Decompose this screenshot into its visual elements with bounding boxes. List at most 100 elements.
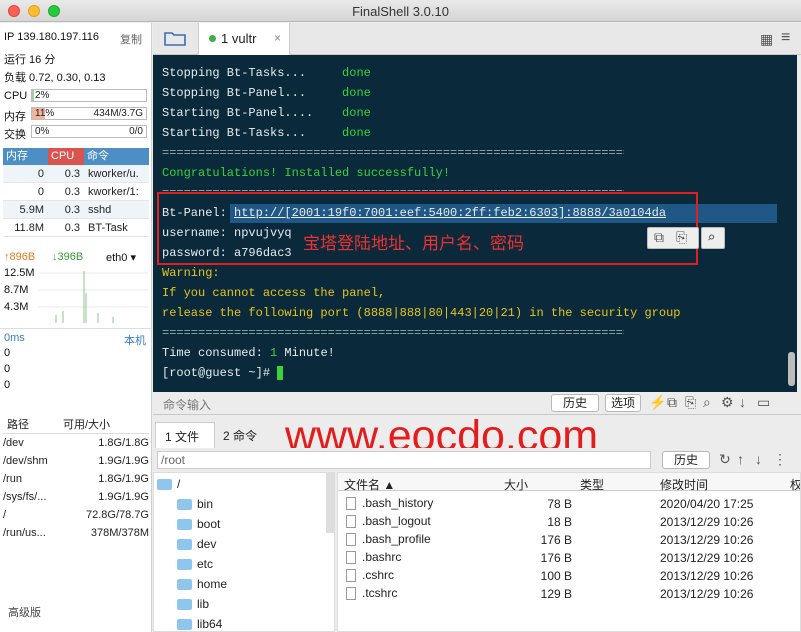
upload-icon[interactable]: ↑ <box>737 451 744 467</box>
name-column-header[interactable]: 文件名 ▲ <box>344 476 395 493</box>
path-bar: /root 历史 ↻ ↑ ↓ ⋮ <box>153 448 801 472</box>
copy-toolbar: ⧉ ⎘ <box>647 227 699 249</box>
annotation-text: 宝塔登陆地址、用户名、密码 <box>303 234 524 254</box>
latency-host: 本机 <box>124 335 146 347</box>
settings-icon[interactable]: ⚙ <box>721 394 734 410</box>
cpu-label: CPU <box>4 90 28 102</box>
file-row[interactable]: .bash_profile 176 B 2013/12/29 10:26 <box>338 530 800 548</box>
latency-value: 0 <box>4 363 11 375</box>
tree-item[interactable]: dev <box>177 537 216 551</box>
folder-icon[interactable] <box>163 29 187 47</box>
tab-files[interactable]: 1 文件 <box>155 422 215 448</box>
command-input[interactable]: 命令输入 <box>163 396 211 413</box>
options-button[interactable]: 选项 <box>605 394 641 412</box>
paste-icon[interactable]: ⎘ <box>676 231 687 247</box>
net-download: ↓396B <box>52 251 84 263</box>
time-column-header[interactable]: 修改时间 <box>660 476 708 493</box>
search-icon: ⌕ <box>707 231 716 247</box>
net-y-label: 8.7M <box>4 284 29 296</box>
advanced-edition-link[interactable]: 高级版 <box>8 604 41 620</box>
file-row[interactable]: .tcshrc 129 B 2013/12/29 10:26 <box>338 584 800 602</box>
cpu-gauge: 2% <box>31 89 147 102</box>
more-icon[interactable]: ⋮ <box>773 451 787 467</box>
file-row[interactable]: .bash_history 78 B 2020/04/20 17:25 <box>338 494 800 512</box>
process-row[interactable]: 11.8M 0.3 BT-Task <box>3 219 149 237</box>
folder-icon <box>177 599 192 611</box>
latency-label: 0ms <box>4 332 25 344</box>
process-table: 内存 CPU 命令 0 0.3 kworker/u. 0 0.3 kworker/1: … <box>3 148 149 237</box>
tree-item[interactable]: lib <box>177 597 209 611</box>
size-column-header[interactable]: 大小 <box>504 476 528 493</box>
tree-item[interactable]: boot <box>177 517 220 531</box>
copy-icon[interactable]: ⧉ <box>667 394 677 410</box>
tree-root[interactable]: / <box>157 477 180 491</box>
tab-vultr[interactable]: 1 vultr × <box>198 23 290 55</box>
fullscreen-icon[interactable]: ▭ <box>757 394 770 410</box>
layout-grid-icon[interactable]: ▦ <box>760 31 773 48</box>
disk-row[interactable]: /72.8G/78.7G <box>3 506 149 524</box>
net-y-label: 12.5M <box>4 267 35 279</box>
type-column-header[interactable]: 类型 <box>580 476 604 493</box>
copy-ip-button[interactable]: 复制 <box>120 31 142 47</box>
swap-label: 交换 <box>4 129 26 141</box>
disk-table: 路径 可用/大小 /dev 1.8G/1.8G /dev/shm 1.9G/1.9G … <box>3 416 149 542</box>
tab-commands[interactable]: 2 命令 <box>223 427 257 444</box>
refresh-icon[interactable]: ↻ <box>719 451 731 467</box>
disk-row[interactable]: /run/us... 378M/378M <box>3 524 149 542</box>
terminal[interactable]: Stopping Bt-Tasks... done Stopping Bt-Pa… <box>153 55 797 392</box>
file-list-header: 文件名 ▲ 大小 类型 修改时间 权 <box>338 473 800 493</box>
window-title: FinalShell 3.0.10 <box>352 4 449 19</box>
folder-icon <box>177 539 192 551</box>
perm-column-header[interactable]: 权 <box>790 476 800 493</box>
file-icon <box>346 551 356 565</box>
command-header[interactable]: 命令 <box>84 148 149 165</box>
file-row[interactable]: .bashrc 176 B 2013/12/29 10:26 <box>338 548 800 566</box>
mem-gauge: 11% 434M/3.7G <box>31 107 147 120</box>
search-icon[interactable]: ⌕ <box>703 394 711 410</box>
file-icon <box>346 497 356 511</box>
network-graph <box>38 271 148 323</box>
paste-icon[interactable]: ⎘ <box>685 394 696 410</box>
tree-item[interactable]: bin <box>177 497 213 511</box>
copy-icon[interactable]: ⧉ <box>654 231 664 247</box>
sort-cpu-header[interactable]: CPU <box>48 148 84 165</box>
file-icon <box>346 569 356 583</box>
tree-item[interactable]: lib64 <box>177 617 222 631</box>
disk-row[interactable]: /run 1.8G/1.9G <box>3 470 149 488</box>
net-y-label: 4.3M <box>4 301 29 313</box>
download-icon[interactable]: ↓ <box>755 451 762 467</box>
file-row[interactable]: .cshrc 100 B 2013/12/29 10:26 <box>338 566 800 584</box>
disk-row[interactable]: /dev 1.8G/1.8G <box>3 434 149 452</box>
file-row[interactable]: .bash_logout 18 B 2013/12/29 10:26 <box>338 512 800 530</box>
folder-icon <box>177 579 192 591</box>
process-row[interactable]: 5.9M 0.3 sshd <box>3 201 149 219</box>
server-status-sidebar: IP 139.180.197.116 复制 运行 16 分 负载 0.72, 0… <box>0 23 152 632</box>
tree-item[interactable]: etc <box>177 557 213 571</box>
disk-row[interactable]: /dev/shm 1.9G/1.9G <box>3 452 149 470</box>
path-history-button[interactable]: 历史 <box>662 451 710 469</box>
history-button[interactable]: 历史 <box>551 394 599 412</box>
tree-item[interactable]: home <box>177 577 227 591</box>
file-icon <box>346 533 356 547</box>
session-tab-bar: 1 vultr × ▦ ≡ <box>153 23 801 55</box>
process-row[interactable]: 0 0.3 kworker/u. <box>3 165 149 183</box>
lightning-icon[interactable]: ⚡ <box>649 394 666 410</box>
folder-icon <box>177 519 192 531</box>
title-bar: FinalShell 3.0.10 <box>0 0 801 22</box>
download-icon[interactable]: ↓ <box>739 394 746 410</box>
file-icon <box>346 515 356 529</box>
tree-scrollbar[interactable] <box>326 473 334 533</box>
ip-label: IP 139.180.197.116 <box>4 31 100 43</box>
close-tab-icon[interactable]: × <box>274 31 281 45</box>
search-button[interactable]: ⌕ <box>701 227 725 249</box>
file-icon <box>346 587 356 601</box>
uptime: 运行 16 分 <box>4 54 56 66</box>
process-row[interactable]: 0 0.3 kworker/1: <box>3 183 149 201</box>
folder-icon <box>157 479 172 491</box>
directory-tree: / bin boot dev etc home lib lib64 <box>153 472 335 632</box>
sort-mem-header[interactable]: 内存 <box>3 148 48 165</box>
terminal-scrollbar[interactable] <box>788 352 795 386</box>
disk-row[interactable]: /sys/fs/... 1.9G/1.9G <box>3 488 149 506</box>
menu-icon[interactable]: ≡ <box>781 29 790 47</box>
path-input[interactable]: /root <box>157 451 651 469</box>
